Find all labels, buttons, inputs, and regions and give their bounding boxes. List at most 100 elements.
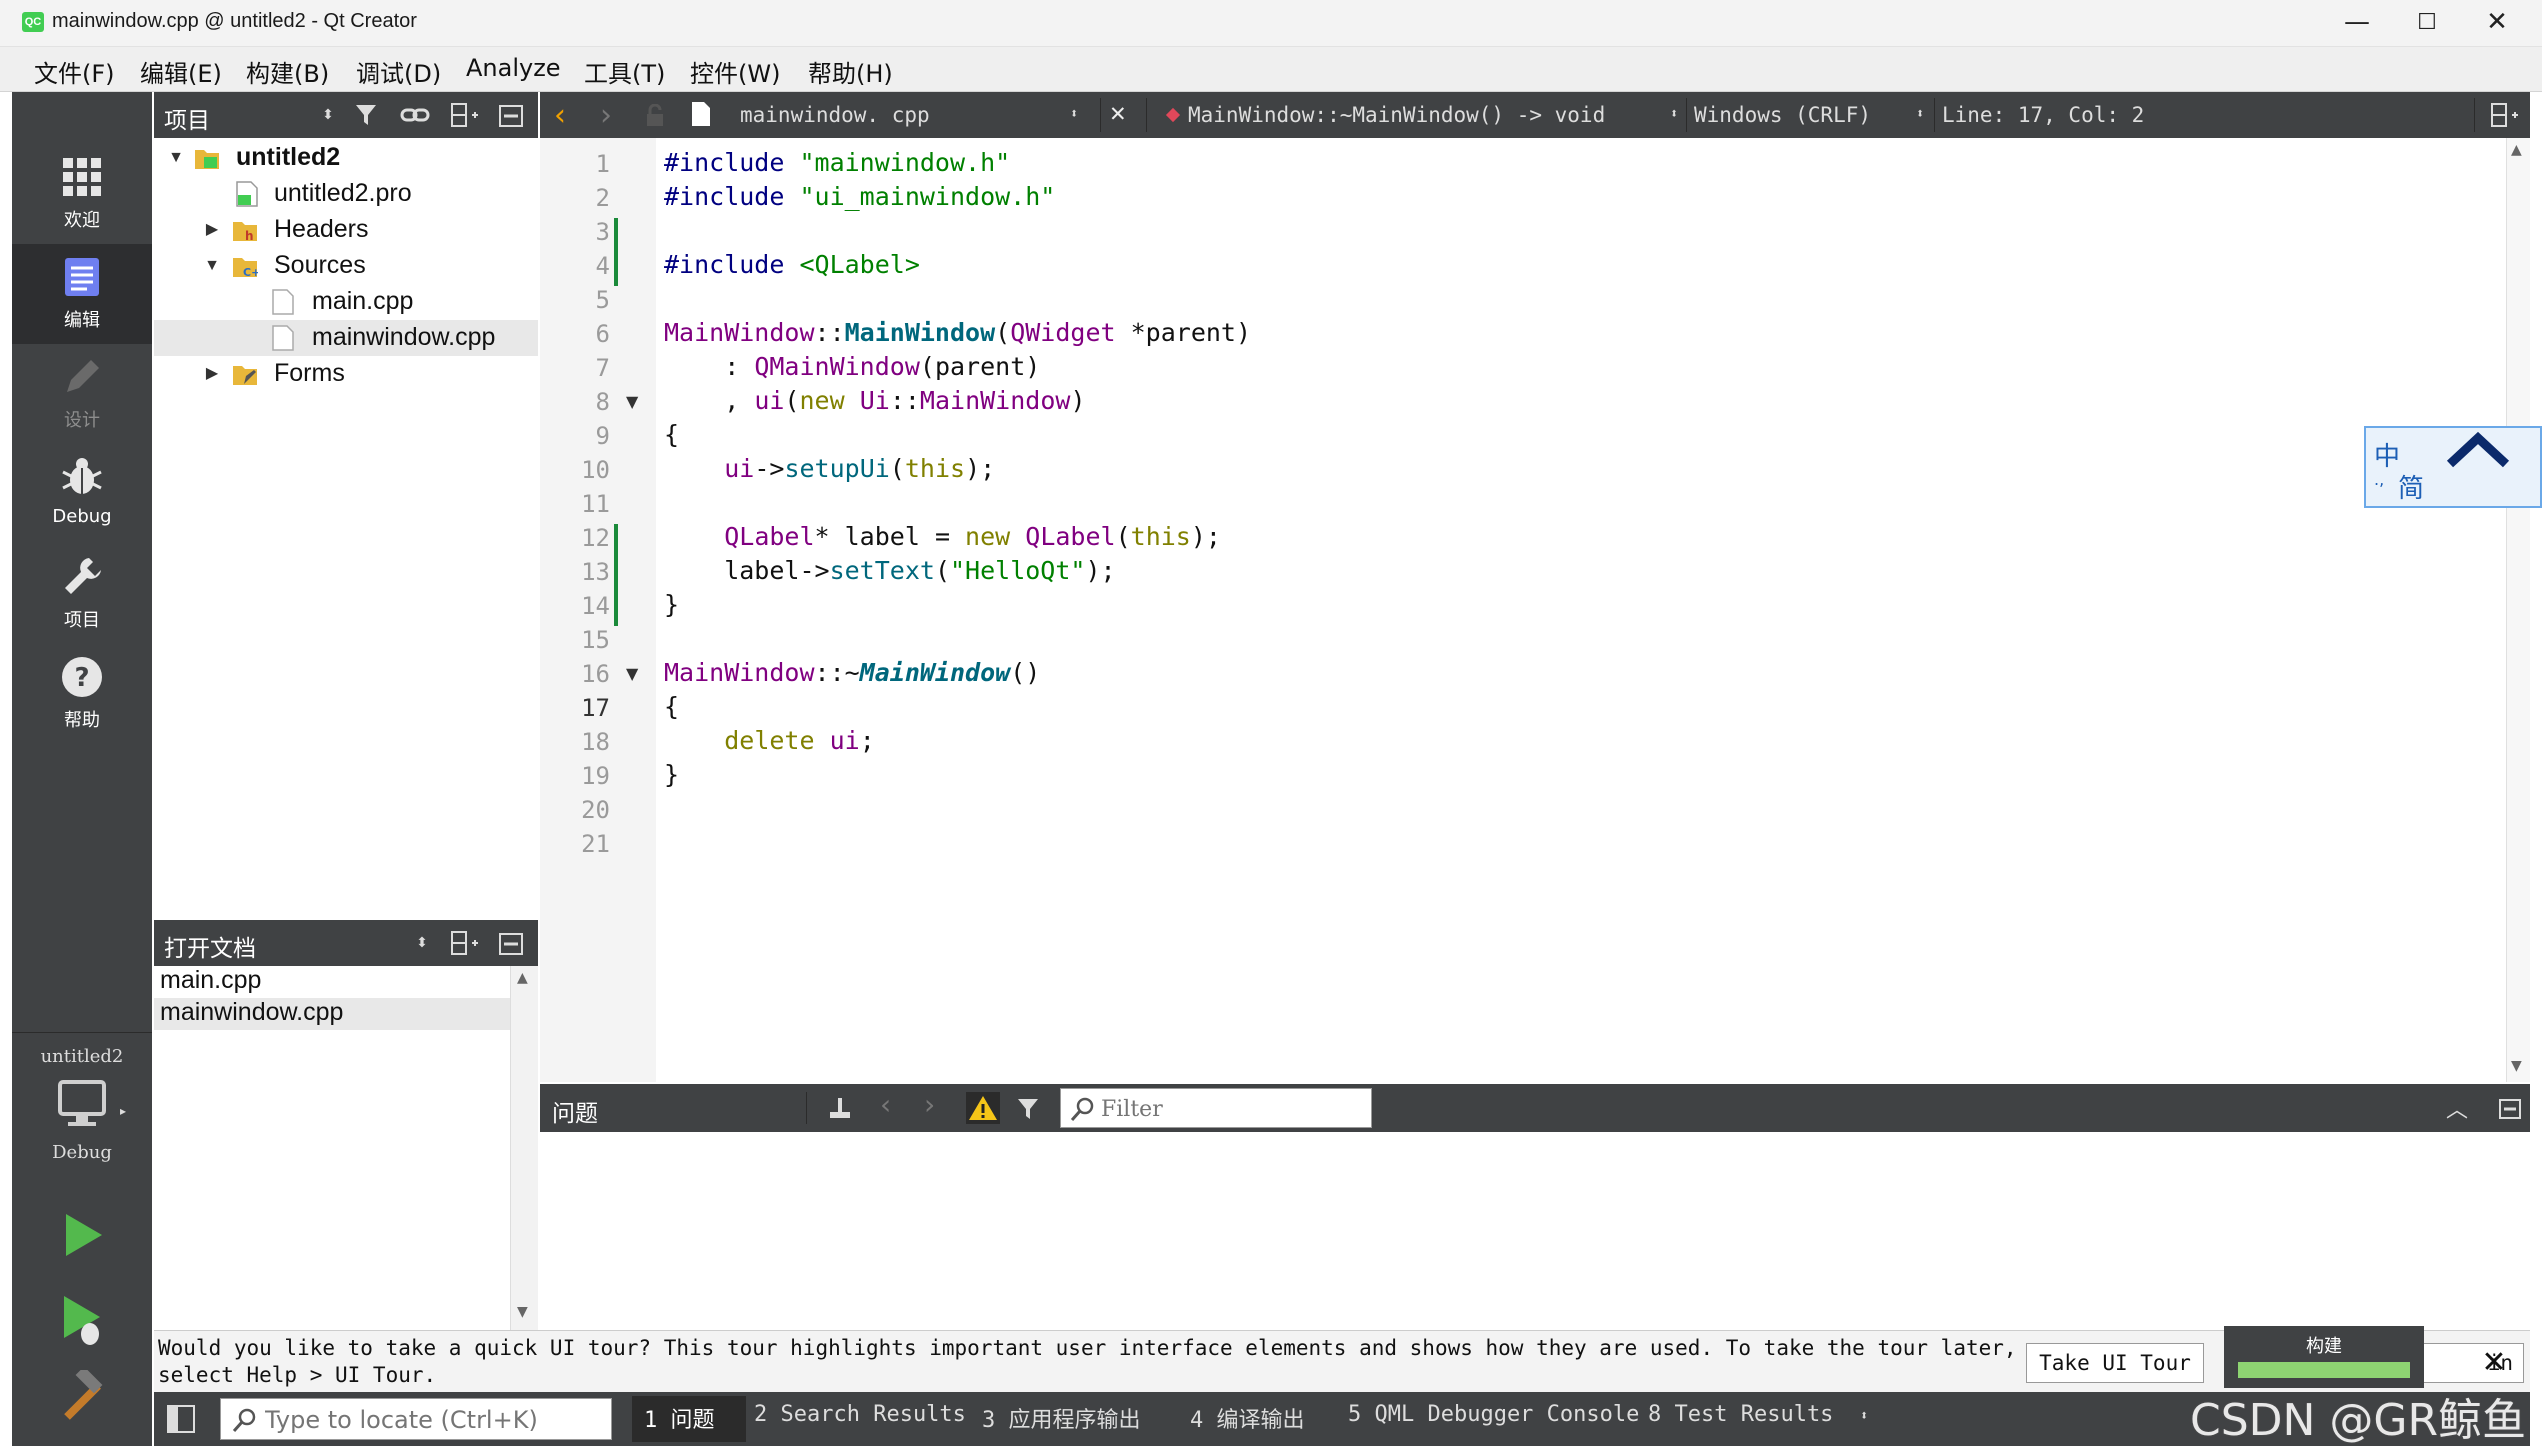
expanded-arrow-icon[interactable]: ▼ — [202, 252, 222, 280]
close-button[interactable]: ✕ — [2462, 0, 2532, 47]
mode-sidebar: 欢迎 编辑 设计 Debug 项目 ? 帮助 untitled2 ▸ Debug — [12, 92, 152, 1446]
ime-mode-char[interactable]: 中 — [2374, 436, 2400, 473]
mode-edit[interactable]: 编辑 — [12, 244, 152, 344]
line-ending-selector[interactable]: Windows (CRLF) — [1694, 103, 1871, 127]
wrench-icon — [65, 558, 101, 594]
code-line: , ui(new Ui::MainWindow) — [664, 386, 1086, 415]
tree-item-pro-file[interactable]: untitled2.pro — [154, 176, 538, 212]
scroll-down-icon[interactable]: ▼ — [517, 1304, 528, 1320]
editor-scrollbar[interactable]: ▲ ▼ — [2506, 138, 2530, 1082]
expanded-arrow-icon[interactable]: ▼ — [166, 144, 186, 172]
menu-widgets[interactable]: 控件(W) — [690, 54, 780, 89]
mode-debug[interactable]: Debug — [12, 444, 152, 544]
tree-item-sources[interactable]: ▼ C+ Sources — [154, 248, 538, 284]
collapsed-arrow-icon[interactable]: ▶ — [202, 216, 222, 244]
toggle-sidebar-icon[interactable] — [166, 1404, 196, 1434]
code-line: MainWindow::~MainWindow() — [664, 658, 1041, 687]
ime-script-char[interactable]: 简 — [2398, 468, 2424, 505]
close-document-icon[interactable]: ✕ — [1110, 98, 1126, 128]
collapsed-arrow-icon[interactable]: ▶ — [202, 360, 222, 388]
close-pane-icon[interactable] — [498, 104, 524, 128]
issues-filter-input[interactable] — [1101, 1095, 1361, 1123]
open-doc-mainwindow-cpp[interactable]: mainwindow.cpp — [154, 998, 512, 1030]
filter-icon[interactable] — [1016, 1096, 1044, 1122]
output-tab-application-output[interactable]: 3 应用程序输出 — [982, 1402, 1141, 1434]
mode-help[interactable]: ? 帮助 — [12, 644, 152, 744]
menu-edit[interactable]: 编辑(E) — [140, 54, 222, 89]
close-pane-icon[interactable] — [498, 932, 524, 956]
go-back-icon[interactable]: ‹ — [554, 98, 566, 133]
ime-status-widget[interactable]: 中 ., 简 — [2364, 426, 2542, 508]
scroll-up-icon[interactable]: ▲ — [517, 970, 528, 986]
menu-help[interactable]: 帮助(H) — [808, 54, 893, 89]
split-icon[interactable] — [450, 930, 480, 956]
view-selector-updown-icon[interactable]: ⬍ — [314, 102, 342, 128]
warning-filter-icon[interactable] — [966, 1092, 1000, 1124]
menu-file[interactable]: 文件(F) — [34, 54, 115, 89]
output-tab-test-results[interactable]: 8 Test Results — [1648, 1402, 1833, 1427]
mode-projects[interactable]: 项目 — [12, 544, 152, 644]
start-debugging-button[interactable] — [58, 1292, 108, 1348]
locator-box[interactable] — [220, 1398, 612, 1440]
kit-selector[interactable]: ▸ Debug — [12, 1078, 152, 1188]
menu-build[interactable]: 构建(B) — [246, 54, 329, 89]
link-icon[interactable] — [400, 102, 430, 128]
mode-welcome[interactable]: 欢迎 — [12, 144, 152, 244]
split-icon[interactable] — [450, 102, 480, 128]
menu-bar: 文件(F) 编辑(E) 构建(B) 调试(D) Analyze 工具(T) 控件… — [0, 47, 2542, 92]
output-tab-compile-output[interactable]: 4 编译输出 — [1190, 1402, 1305, 1434]
go-forward-icon[interactable]: › — [600, 98, 612, 133]
split-editor-icon[interactable] — [2490, 102, 2520, 128]
projects-view-selector[interactable]: 项目 — [164, 101, 210, 135]
menu-tools[interactable]: 工具(T) — [584, 54, 665, 89]
tree-item-mainwindow-cpp[interactable]: mainwindow.cpp — [154, 320, 538, 356]
toolbar-separator — [1686, 98, 1687, 132]
current-file-name[interactable]: mainwindow. cpp — [740, 103, 930, 127]
tree-item-forms[interactable]: ▶ Forms — [154, 356, 538, 392]
tree-item-main-cpp[interactable]: main.cpp — [154, 284, 538, 320]
menu-analyze[interactable]: Analyze — [466, 54, 561, 82]
issues-filter-box[interactable] — [1060, 1088, 1372, 1128]
tree-item-untitled2[interactable]: ▼ untitled2 — [154, 140, 538, 176]
open-doc-main-cpp[interactable]: main.cpp — [154, 966, 512, 998]
more-tabs-updown-icon[interactable]: ⬍ — [1860, 1408, 1868, 1424]
close-pane-icon[interactable] — [2498, 1098, 2522, 1120]
maximize-button[interactable]: ☐ — [2392, 0, 2462, 47]
fold-arrow-icon[interactable]: ▼ — [626, 664, 638, 683]
output-tab-issues[interactable]: 1 问题 — [644, 1402, 715, 1434]
next-item-icon[interactable]: › — [924, 1088, 935, 1121]
symbol-selector-updown-icon[interactable]: ⬍ — [1670, 106, 1678, 122]
build-progress-label: 构建 — [2306, 1336, 2342, 1357]
view-selector-updown-icon[interactable]: ⬍ — [408, 930, 436, 956]
current-symbol[interactable]: MainWindow::~MainWindow() -> void — [1188, 103, 1605, 127]
build-progress[interactable]: 构建 — [2224, 1326, 2424, 1388]
open-documents-scrollbar[interactable]: ▲ ▼ — [510, 966, 538, 1330]
close-infobar-icon[interactable]: ✕ — [2472, 1343, 2516, 1383]
clean-icon[interactable] — [826, 1096, 854, 1122]
filter-icon[interactable] — [354, 102, 382, 128]
menu-debug[interactable]: 调试(D) — [356, 54, 441, 89]
minimize-button[interactable]: — — [2322, 0, 2392, 47]
cursor-position[interactable]: Line: 17, Col: 2 — [1942, 103, 2144, 127]
open-documents-title[interactable]: 打开文档 — [164, 929, 256, 963]
file-icon — [692, 102, 710, 126]
tree-item-headers[interactable]: ▶ h Headers — [154, 212, 538, 248]
build-hammer-button[interactable] — [58, 1370, 108, 1426]
maximize-pane-icon[interactable]: ︿ — [2446, 1092, 2468, 1124]
code-editor[interactable]: #include "mainwindow.h" #include "ui_mai… — [656, 138, 2506, 1082]
lock-icon — [647, 104, 663, 126]
scroll-down-icon[interactable]: ▼ — [2511, 1058, 2522, 1074]
fold-arrow-icon[interactable]: ▼ — [626, 392, 638, 411]
line-ending-updown-icon[interactable]: ⬍ — [1916, 106, 1924, 122]
output-tab-search-results[interactable]: 2 Search Results — [754, 1402, 966, 1427]
take-ui-tour-button[interactable]: Take UI Tour — [2026, 1343, 2204, 1383]
previous-item-icon[interactable]: ‹ — [880, 1088, 891, 1121]
locator-input[interactable] — [265, 1405, 605, 1435]
scroll-up-icon[interactable]: ▲ — [2511, 142, 2522, 158]
ime-chevron-icon[interactable] — [2446, 428, 2510, 472]
ime-punct-char[interactable]: ., — [2374, 470, 2384, 489]
run-button[interactable] — [58, 1210, 108, 1260]
output-tab-qml-debugger[interactable]: 5 QML Debugger Console — [1348, 1402, 1639, 1427]
mode-design[interactable]: 设计 — [12, 344, 152, 444]
file-selector-updown-icon[interactable]: ⬍ — [1070, 106, 1078, 122]
